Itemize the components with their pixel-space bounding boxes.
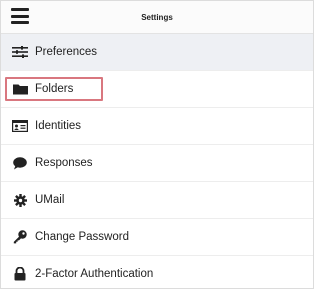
id-card-icon [11, 119, 29, 133]
menu-item-preferences[interactable]: Preferences [1, 34, 313, 71]
key-icon [11, 230, 29, 244]
lock-icon [11, 267, 29, 281]
menu-item-label: Responses [35, 157, 93, 169]
menu-item-label: UMail [35, 194, 65, 206]
hamburger-menu-icon[interactable] [11, 8, 29, 24]
menu-item-responses[interactable]: Responses [1, 145, 313, 182]
menu-item-umail[interactable]: UMail [1, 182, 313, 219]
speech-bubble-icon [11, 156, 29, 170]
settings-menu: Preferences Folders Identities Responses… [1, 34, 313, 288]
page-title: Settings [141, 12, 173, 22]
settings-panel: Settings Preferences Folders Identities … [0, 0, 314, 289]
menu-item-label: Change Password [35, 231, 129, 243]
menu-item-label: Preferences [35, 46, 98, 58]
header-bar: Settings [1, 1, 313, 34]
menu-item-identities[interactable]: Identities [1, 108, 313, 145]
sliders-icon [11, 45, 29, 59]
menu-item-folders[interactable]: Folders [1, 71, 313, 108]
menu-item-label: Folders [35, 83, 74, 95]
menu-item-label: 2-Factor Authentication [35, 268, 154, 280]
folder-icon [11, 82, 29, 96]
menu-item-label: Identities [35, 120, 82, 132]
menu-item-change-password[interactable]: Change Password [1, 219, 313, 256]
gear-icon [11, 193, 29, 207]
menu-item-two-factor[interactable]: 2-Factor Authentication [1, 256, 313, 288]
